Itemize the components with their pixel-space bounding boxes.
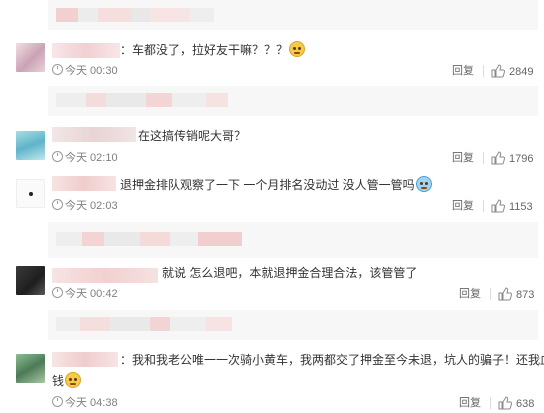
sweat-smile-emoji (289, 41, 306, 57)
comment-time: 今天 00:42 (52, 287, 118, 301)
comment-time: 今天 02:03 (52, 199, 118, 213)
thumbs-up-icon (491, 64, 506, 78)
avatar[interactable] (16, 131, 45, 160)
reply-button[interactable]: 回复 (452, 64, 474, 78)
thumbs-up-icon (498, 287, 513, 301)
like-button[interactable]: 1153 (491, 199, 533, 214)
blurred-text (56, 93, 228, 107)
reply-button[interactable]: 回复 (459, 396, 481, 410)
comment-text-content: ：我和我老公唯一一次骑小黄车，我两都交了押金至今未退，坑人的骗子！还我血汗 (120, 353, 544, 367)
avatar[interactable] (16, 354, 45, 383)
comment-text-content: 在这搞传销呢大哥？ (138, 129, 247, 143)
comment-text: 退押金排队观察了一下 一个月排名没动过 没人管一管吗 (120, 176, 432, 193)
like-button[interactable]: 873 (498, 287, 534, 302)
username-blurred[interactable] (52, 176, 116, 191)
comment-text: 在这搞传销呢大哥？ (138, 128, 246, 144)
avatar[interactable] (16, 179, 45, 208)
comment-text-content: 退押金排队观察了一下 一个月排名没动过 没人管一管吗 (120, 178, 415, 192)
comment-time: 今天 00:30 (52, 64, 118, 78)
comment-text: ：我和我老公唯一一次骑小黄车，我两都交了押金至今未退，坑人的骗子！还我血汗 (120, 352, 544, 368)
reply-button[interactable]: 回复 (452, 199, 474, 213)
blurred-text (56, 317, 232, 331)
avatar[interactable] (16, 43, 45, 72)
comment-time: 今天 02:10 (52, 151, 118, 165)
reply-button[interactable]: 回复 (452, 151, 474, 165)
comment-text-line2: 钱 (52, 372, 82, 389)
comment-text: 就说 怎么退吧，本就退押金合理合法，该管管了 (162, 265, 417, 281)
clock-icon (52, 287, 63, 298)
clock-icon (52, 151, 63, 162)
like-button[interactable]: 1796 (491, 151, 533, 166)
avatar-mark (29, 192, 33, 196)
comment-text-content: ：车都没了，拉好友干嘛？？？ (120, 43, 289, 57)
thumbs-up-icon (498, 396, 513, 410)
username-blurred[interactable] (52, 352, 118, 367)
comment-time: 今天 04:38 (52, 396, 118, 410)
comment-text-content: 就说 怎么退吧，本就退押金合理合法，该管管了 (162, 266, 418, 280)
divider (483, 65, 484, 77)
blurred-text (56, 232, 242, 246)
username-blurred[interactable] (52, 43, 120, 58)
clock-icon (52, 64, 63, 75)
username-blurred[interactable] (52, 127, 136, 142)
divider (490, 288, 491, 300)
thumbs-up-icon (491, 199, 506, 213)
crying-laugh-emoji (415, 176, 432, 192)
comment-text-content: 钱 (52, 374, 65, 388)
divider (483, 200, 484, 212)
clock-icon (52, 199, 63, 210)
reply-button[interactable]: 回复 (459, 287, 481, 301)
comment-text: ：车都没了，拉好友干嘛？？？ (120, 41, 306, 58)
blurred-text (56, 8, 214, 22)
avatar[interactable] (16, 266, 45, 295)
divider (490, 397, 491, 409)
clock-icon (52, 396, 63, 407)
like-button[interactable]: 638 (498, 396, 534, 411)
thumbs-up-icon (491, 151, 506, 165)
username-blurred[interactable] (52, 268, 158, 283)
like-button[interactable]: 2849 (491, 64, 533, 79)
pleading-emoji (65, 372, 82, 388)
divider (483, 152, 484, 164)
